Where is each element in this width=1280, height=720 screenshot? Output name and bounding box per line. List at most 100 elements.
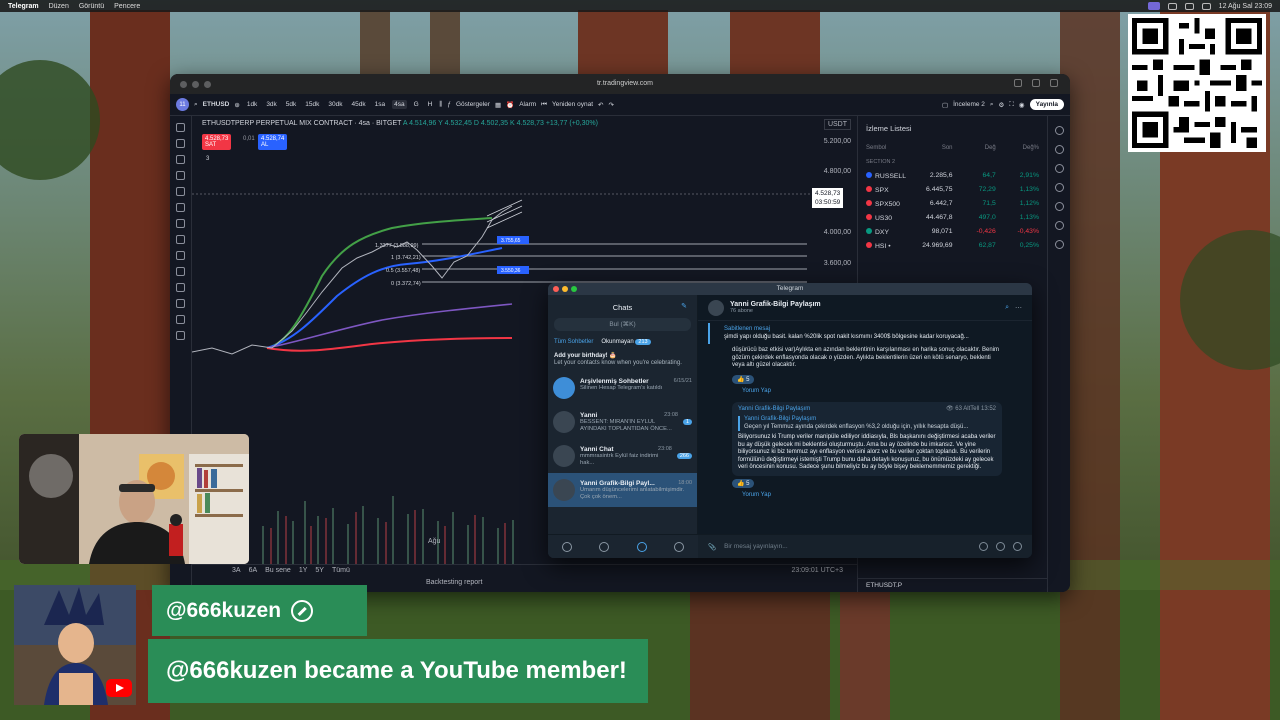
help-icon[interactable] — [1054, 240, 1064, 249]
attach-icon[interactable]: 📎 — [708, 543, 716, 551]
symbol-search[interactable]: ETHUSD — [203, 101, 230, 108]
layout-name[interactable]: İnceleme 2 — [953, 101, 985, 108]
alarm-button[interactable]: Alarm — [519, 101, 536, 108]
magnet-tool-icon[interactable] — [176, 283, 185, 292]
watchlist-row[interactable]: RUSSELL 2.285,6 64,7 2,91% — [858, 169, 1047, 183]
calls-icon[interactable] — [599, 541, 610, 552]
layers-icon[interactable] — [1054, 164, 1064, 173]
battery-icon[interactable] — [1167, 2, 1177, 10]
timeframe-1m[interactable]: 1dk — [245, 100, 259, 109]
comment-button[interactable]: Yorum Yap — [742, 492, 1032, 498]
col-change[interactable]: Değ — [953, 145, 996, 151]
telegram-zoom-button[interactable] — [571, 286, 577, 292]
share-icon[interactable] — [1014, 79, 1022, 87]
chat-list-item[interactable]: Yanni 23:08 BESSENT: MIRAN'IN EYLÜL AYINDA… — [548, 405, 697, 439]
chart-title[interactable]: ETHUSDTPERP PERPETUAL MIX CONTRACT · 4sa… — [202, 120, 401, 127]
search-icon[interactable]: ⌕ — [194, 101, 198, 109]
timeframe-4h[interactable]: 4sa — [392, 100, 407, 109]
channel-header[interactable]: Yanni Grafik-Bilgi Paylaşım 76 abone ⌕ ⋯ — [698, 295, 1032, 321]
timeframe-3m[interactable]: 3dk — [264, 100, 278, 109]
profile-icon[interactable] — [561, 541, 572, 552]
templates-icon[interactable]: ▦ — [495, 101, 501, 109]
watchlist-row[interactable]: SPX 6.445,75 72,29 1,13% — [858, 183, 1047, 197]
menubar-clock[interactable]: 12 Ağu Sal 23:09 — [1219, 3, 1272, 10]
redo-icon[interactable]: ↷ — [608, 101, 613, 109]
col-symbol[interactable]: Sembol — [866, 145, 909, 151]
indicators-icon[interactable]: ƒ — [447, 101, 451, 108]
candles-icon[interactable]: ⫼ — [439, 101, 442, 109]
ideas-icon[interactable] — [1054, 202, 1064, 211]
user-avatar[interactable]: 11 — [176, 98, 189, 111]
telegram-minimize-button[interactable] — [562, 286, 568, 292]
quick-search-icon[interactable]: ⌕ — [990, 101, 994, 109]
screen-record-icon[interactable] — [1147, 2, 1160, 10]
replay-button[interactable]: Yeniden oynat — [552, 101, 593, 108]
window-minimize-button[interactable] — [192, 80, 199, 88]
more-menu-icon[interactable]: ⋯ — [1015, 304, 1022, 312]
tabs-overview-icon[interactable] — [1050, 79, 1058, 87]
folder-all[interactable]: Tüm Sohbetler — [554, 339, 593, 345]
range-1y[interactable]: 1Y — [299, 567, 308, 574]
range-6m[interactable]: 6A — [249, 567, 258, 574]
channel-search-icon[interactable]: ⌕ — [1005, 304, 1009, 312]
compose-icon[interactable]: ✎ — [681, 302, 687, 310]
range-5y[interactable]: 5Y — [315, 567, 324, 574]
trend-line-tool-icon[interactable] — [176, 139, 185, 148]
horizontal-line-tool-icon[interactable] — [176, 155, 185, 164]
birthday-prompt[interactable]: Add your birthday! 🎂 Let your contacts k… — [548, 349, 697, 371]
wifi-icon[interactable] — [1184, 2, 1194, 10]
layout-icon[interactable]: ▢ — [942, 101, 948, 109]
reaction-thumbs-up[interactable]: 👍 5 — [732, 374, 755, 384]
timeframe-week[interactable]: H — [426, 100, 435, 109]
buy-button[interactable]: 4.528,74 AL — [258, 134, 288, 150]
timeframe-15m[interactable]: 15dk — [303, 100, 321, 109]
menubar-item-view[interactable]: Görüntü — [79, 3, 104, 10]
trash-tool-icon[interactable] — [176, 331, 185, 340]
watchlist-section[interactable]: SECTION 2 — [858, 155, 1047, 169]
indicators-collapse[interactable]: 3 — [206, 156, 209, 162]
bottom-clock[interactable]: 23:09:01 UTC+3 — [791, 567, 843, 574]
microphone-icon[interactable] — [1013, 542, 1022, 551]
chat-list-item[interactable]: Yanni Chat 23:08 mmmrasintrk Eylül faiz in… — [548, 439, 697, 473]
reaction-thumbs-up[interactable]: 👍 5 — [732, 478, 755, 488]
timeframe-45m[interactable]: 45dk — [350, 100, 368, 109]
range-3m[interactable]: 3A — [232, 567, 241, 574]
currency-selector[interactable]: USDT — [823, 119, 851, 130]
search-icon[interactable] — [1201, 2, 1211, 10]
zoom-tool-icon[interactable] — [176, 267, 185, 276]
range-ytd[interactable]: Bu sene — [265, 567, 291, 574]
alarm-icon[interactable]: ⏰ — [506, 101, 514, 109]
pattern-tool-icon[interactable] — [176, 203, 185, 212]
chats-icon[interactable] — [636, 541, 647, 552]
sell-button[interactable]: 4.528,73 SAT — [202, 134, 232, 150]
address-bar[interactable]: tr.tradingview.com — [440, 78, 810, 90]
comment-button[interactable]: Yorum Yap — [742, 388, 1032, 394]
folder-unread[interactable]: Okunmayan 213 — [601, 339, 651, 345]
menubar-item-edit[interactable]: Düzen — [49, 3, 69, 10]
crosshair-tool-icon[interactable] — [176, 123, 185, 132]
pitchfork-tool-icon[interactable] — [176, 171, 185, 180]
fullscreen-icon[interactable]: ⛶ — [1009, 101, 1014, 109]
col-last[interactable]: Son — [909, 145, 953, 151]
chat-list-item[interactable]: Arşivlenmiş Sohbetler 6/15/21 Silinen Hesa… — [548, 371, 697, 405]
watchlist-row[interactable]: US30 44.467,8 497,0 1,13% — [858, 211, 1047, 225]
emoji-tool-icon[interactable] — [176, 235, 185, 244]
text-tool-icon[interactable] — [176, 219, 185, 228]
watchlist-row[interactable]: SPX500 6.442,7 71,5 1,12% — [858, 197, 1047, 211]
chat-search-input[interactable]: Bul (⌘K) — [554, 318, 691, 331]
publish-button[interactable]: Yayınla — [1029, 99, 1064, 110]
undo-icon[interactable]: ↶ — [598, 101, 603, 109]
telegram-close-button[interactable] — [553, 286, 559, 292]
watchlist-row[interactable]: HSI • 24.969,69 62,87 0,25% — [858, 239, 1047, 253]
window-zoom-button[interactable] — [204, 80, 211, 88]
settings-icon[interactable]: ⚙ — [999, 101, 1005, 109]
emoji-icon[interactable] — [996, 542, 1005, 551]
reply-quote[interactable]: Yanni Grafik-Bilgi Paylaşım Geçen yıl Te… — [738, 416, 996, 432]
message-input[interactable]: Bir mesaj yayınlayın... — [724, 543, 971, 550]
ruler-tool-icon[interactable] — [176, 251, 185, 260]
alerts-icon[interactable] — [1054, 145, 1064, 154]
chat-list-item[interactable]: Yanni Grafik-Bilgi Payl... 18:00 Umarım dü… — [548, 473, 697, 507]
watchlist-icon[interactable] — [1054, 126, 1064, 135]
timeframe-day[interactable]: G — [412, 100, 421, 109]
range-all[interactable]: Tümü — [332, 567, 350, 574]
